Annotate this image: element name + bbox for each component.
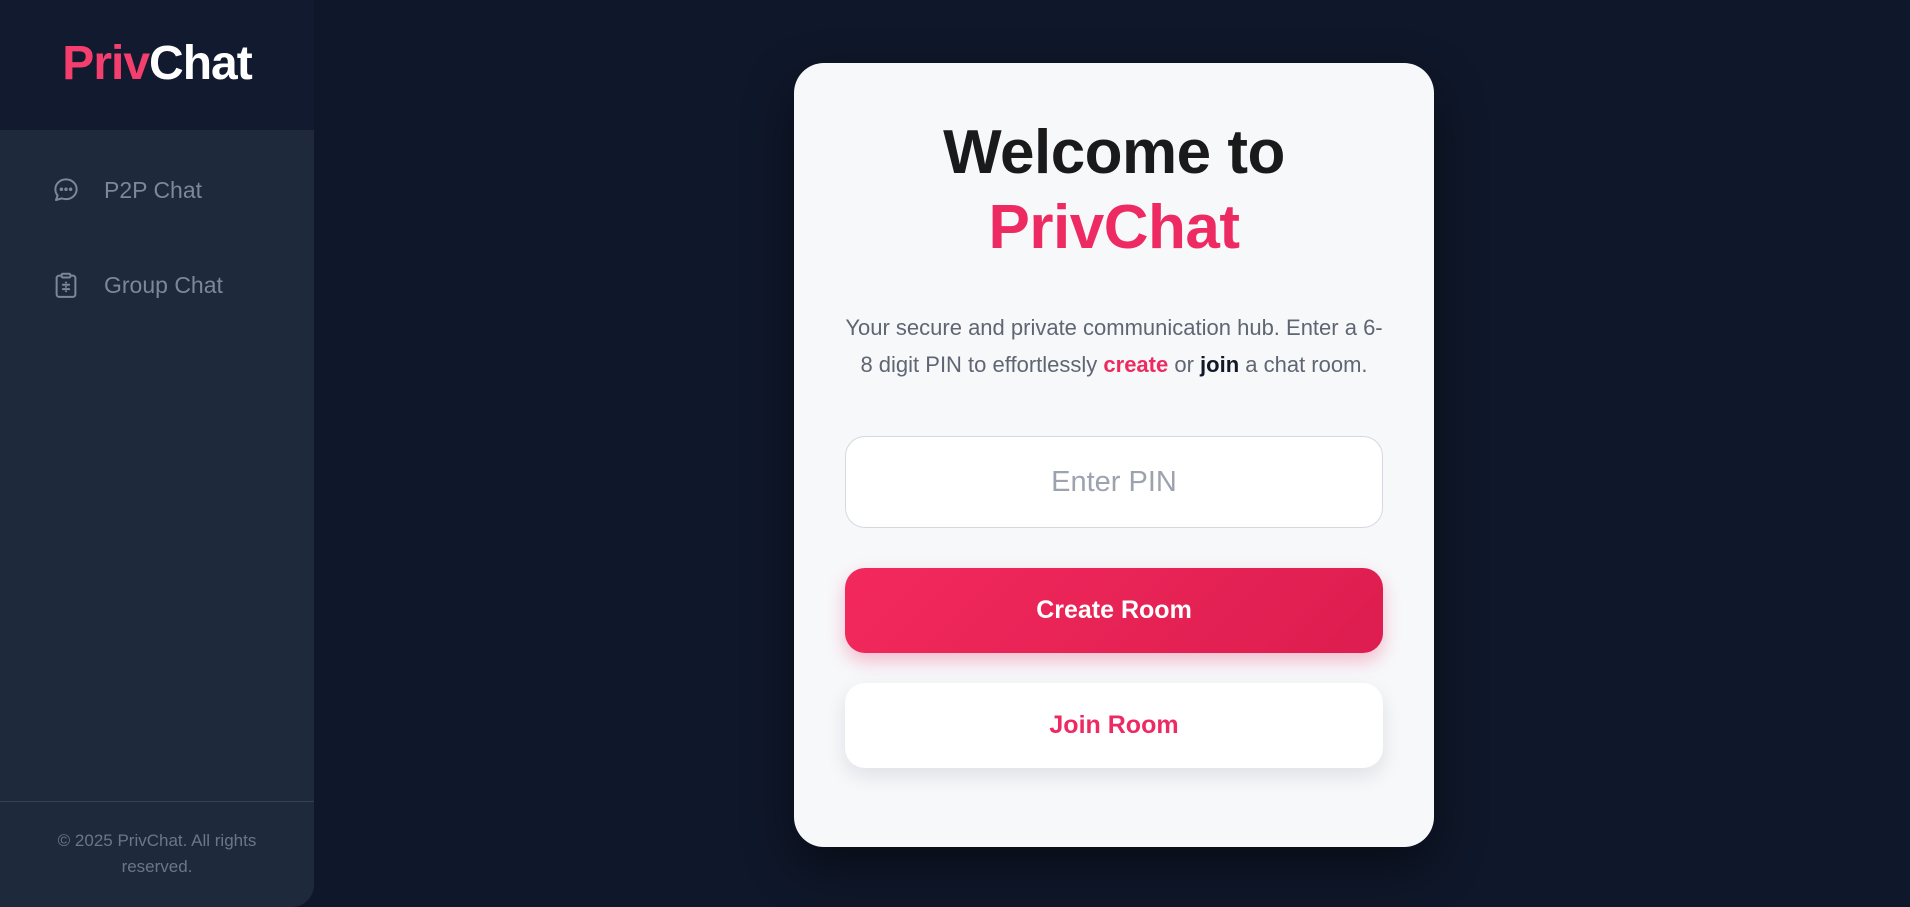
group-clipboard-icon — [50, 269, 82, 301]
brand-header: PrivChat — [0, 0, 314, 130]
sidebar-item-label: P2P Chat — [104, 176, 203, 203]
brand-logo[interactable]: PrivChat — [62, 37, 253, 90]
page-title: Welcome to PrivChat — [845, 115, 1383, 265]
sidebar-item-group-chat[interactable]: Group Chat — [0, 263, 314, 307]
description-or: or — [1168, 352, 1201, 377]
title-line-welcome: Welcome to — [943, 118, 1285, 187]
create-room-button[interactable]: Create Room — [845, 568, 1383, 653]
brand-logo-priv: Priv — [62, 37, 150, 90]
description-part2: a chat room. — [1239, 352, 1368, 377]
sidebar-item-label: Group Chat — [104, 271, 223, 298]
app-root: PrivChat P2P Chat Group Chat © 2025 Priv… — [0, 0, 1910, 907]
description-highlight-join: join — [1200, 352, 1240, 377]
brand-logo-chat: Chat — [149, 37, 253, 90]
pin-input[interactable] — [845, 436, 1383, 528]
join-room-button[interactable]: Join Room — [845, 683, 1383, 768]
chat-bubble-icon — [50, 174, 82, 206]
sidebar-item-p2p-chat[interactable]: P2P Chat — [0, 168, 314, 212]
description-text: Your secure and private communication hu… — [845, 309, 1383, 383]
sidebar-nav: P2P Chat Group Chat — [0, 130, 314, 801]
description-highlight-create: create — [1103, 352, 1169, 377]
sidebar: PrivChat P2P Chat Group Chat © 2025 Priv… — [0, 0, 314, 907]
welcome-card: Welcome to PrivChat Your secure and priv… — [794, 63, 1434, 847]
title-line-brand: PrivChat — [988, 193, 1240, 262]
sidebar-footer-copyright: © 2025 PrivChat. All rights reserved. — [0, 801, 314, 907]
